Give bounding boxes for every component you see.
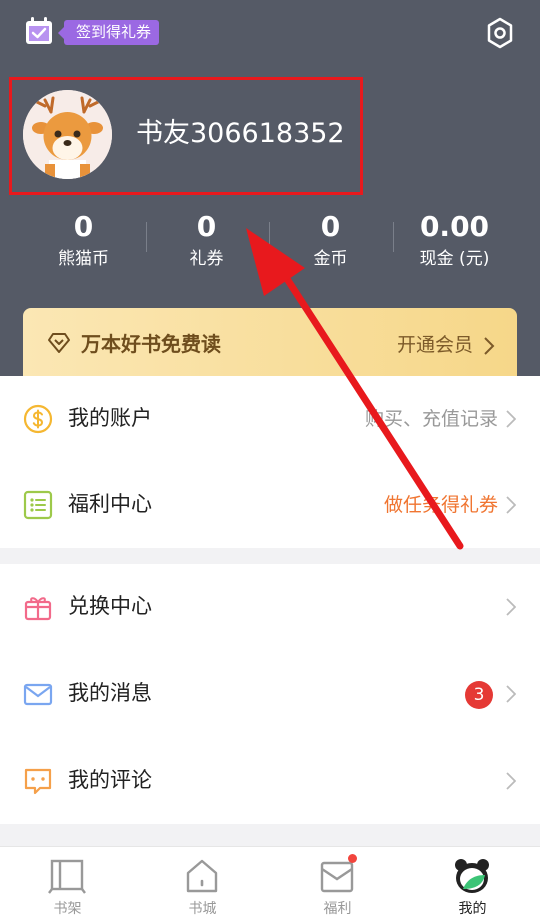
bottom-tab-bar: 书架 书城 福利 我的 <box>0 846 540 924</box>
tab-label: 福利 <box>323 901 352 917</box>
chevron-right-icon <box>506 410 516 428</box>
tab-welfare[interactable]: 福利 <box>270 847 405 924</box>
menu-item-account[interactable]: 我的账户 购买、充值记录 <box>0 376 540 462</box>
chevron-right-icon <box>506 685 516 703</box>
stats-row: 0 熊猫币 0 礼券 0 金币 0.00 现金 (元) <box>0 208 540 274</box>
comment-icon <box>24 768 52 795</box>
stat-panda-coins[interactable]: 0 熊猫币 <box>16 208 151 272</box>
tab-label: 我的 <box>458 901 487 917</box>
menu-hint: 购买、充值记录 <box>364 408 498 430</box>
stat-label: 熊猫币 <box>58 249 109 269</box>
menu-label: 我的账户 <box>68 406 152 430</box>
chevron-right-icon <box>506 496 516 514</box>
checkin-reward-badge[interactable]: 签到得礼券 <box>57 20 160 45</box>
menu-item-welfare[interactable]: 福利中心 做任务得礼券 <box>0 462 540 548</box>
menu-label: 兑换中心 <box>68 594 152 618</box>
stat-divider <box>269 222 270 252</box>
menu-label: 我的评论 <box>68 768 152 792</box>
stat-value: 0 <box>320 210 341 243</box>
stat-value: 0 <box>73 210 94 243</box>
tab-label: 书城 <box>188 901 217 917</box>
menu-label: 我的消息 <box>68 681 152 705</box>
chevron-right-icon <box>484 337 495 355</box>
gift-icon <box>24 597 52 621</box>
stat-value: 0 <box>196 210 217 243</box>
dollar-icon <box>23 404 53 434</box>
envelope-icon <box>23 683 53 706</box>
chevron-right-icon <box>506 598 516 616</box>
calendar-check-icon[interactable] <box>24 16 54 46</box>
store-icon <box>186 859 218 893</box>
task-list-icon <box>23 490 53 520</box>
stat-gold-coins[interactable]: 0 金币 <box>263 208 398 272</box>
stat-coupons[interactable]: 0 礼券 <box>139 208 274 272</box>
vip-open-button[interactable]: 开通会员 <box>397 332 473 358</box>
vip-banner[interactable]: 万本好书免费读 开通会员 <box>23 308 517 378</box>
tab-label: 书架 <box>53 901 82 917</box>
settings-icon[interactable] <box>484 16 516 50</box>
chevron-right-icon <box>506 772 516 790</box>
tab-bookshelf[interactable]: 书架 <box>0 847 135 924</box>
diamond-icon <box>48 333 70 353</box>
stat-label: 礼券 <box>189 249 224 269</box>
menu-hint: 做任务得礼券 <box>383 494 498 516</box>
menu-label: 福利中心 <box>68 492 152 516</box>
menu-item-comments[interactable]: 我的评论 <box>0 738 540 824</box>
stat-value: 0.00 <box>419 210 490 243</box>
stat-divider <box>393 222 394 252</box>
stat-label: 金币 <box>313 249 348 269</box>
menu-item-exchange[interactable]: 兑换中心 <box>0 564 540 650</box>
profile-highlight-box <box>9 77 363 195</box>
stat-cash[interactable]: 0.00 现金 (元) <box>387 208 522 272</box>
bookshelf-icon <box>48 859 86 894</box>
tab-store[interactable]: 书城 <box>135 847 270 924</box>
notification-dot <box>348 854 357 863</box>
panda-icon <box>455 859 489 893</box>
stat-label: 现金 (元) <box>419 249 490 269</box>
menu-section-2: 兑换中心 我的消息 我的评论 <box>0 564 540 824</box>
vip-title: 万本好书免费读 <box>81 332 221 356</box>
tab-mine[interactable]: 我的 <box>405 847 540 924</box>
menu-section-1: 我的账户 购买、充值记录 福利中心 做任务得礼券 <box>0 376 540 548</box>
menu-item-messages[interactable]: 我的消息 <box>0 651 540 737</box>
stat-divider <box>146 222 147 252</box>
message-count-badge: 3 <box>465 681 493 709</box>
